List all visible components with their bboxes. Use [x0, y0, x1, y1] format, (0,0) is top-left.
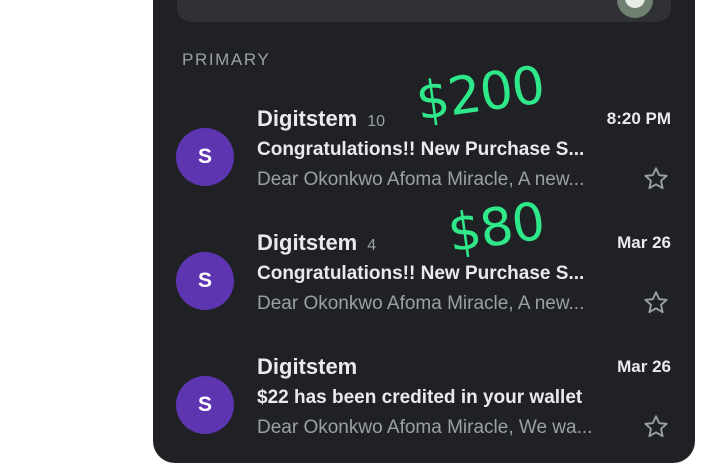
search-bar[interactable] [177, 0, 671, 22]
section-label-primary: PRIMARY [182, 50, 271, 69]
thread-count: 4 [367, 237, 377, 254]
email-row[interactable]: S Digitstem 4 Mar 26 Congratulations!! Ne… [153, 222, 695, 332]
sender-name: Digitstem 10 [257, 106, 385, 132]
star-icon[interactable] [641, 288, 671, 318]
email-time: Mar 26 [617, 233, 671, 252]
sender-name-text: Digitstem [257, 354, 358, 379]
email-time: 8:20 PM [606, 109, 671, 128]
star-icon[interactable] [641, 164, 671, 194]
email-subject: Congratulations!! New Purchase S... [257, 263, 585, 284]
email-snippet: Dear Okonkwo Afoma Miracle, A new... [257, 293, 585, 314]
sender-name: Digitstem 4 [257, 230, 376, 256]
sender-avatar[interactable]: S [176, 128, 234, 186]
email-subject: Congratulations!! New Purchase S... [257, 139, 585, 160]
account-avatar[interactable] [617, 0, 653, 18]
sender-name-text: Digitstem [257, 106, 358, 131]
star-icon[interactable] [641, 412, 671, 442]
sender-name: Digitstem [257, 354, 367, 380]
email-snippet: Dear Okonkwo Afoma Miracle, We wa... [257, 417, 593, 438]
sender-name-text: Digitstem [257, 230, 358, 255]
email-snippet: Dear Okonkwo Afoma Miracle, A new... [257, 169, 585, 190]
inbox-panel: PRIMARY S Digitstem 10 8:20 PM Congratula… [153, 0, 695, 463]
sender-avatar[interactable]: S [176, 252, 234, 310]
email-subject: $22 has been credited in your wallet [257, 387, 583, 408]
thread-count: 10 [367, 113, 386, 130]
email-time: Mar 26 [617, 357, 671, 376]
sender-avatar[interactable]: S [176, 376, 234, 434]
email-row[interactable]: S Digitstem Mar 26 $22 has been credited… [153, 346, 695, 456]
